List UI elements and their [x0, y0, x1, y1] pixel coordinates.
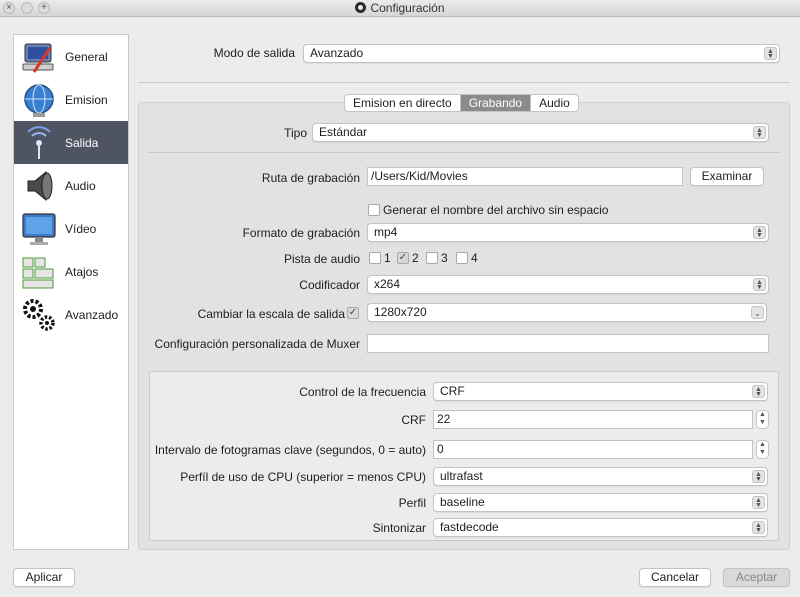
sidebar-item-emision[interactable]: Emision: [14, 78, 128, 121]
sidebar-item-video[interactable]: Vídeo: [14, 207, 128, 250]
tune-value: fastdecode: [440, 520, 499, 534]
keyframe-label: Intervalo de fotogramas clave (segundos,…: [154, 443, 426, 457]
track-2-label: 2: [412, 251, 419, 265]
sidebar-item-label: Vídeo: [65, 222, 97, 236]
tracks-label: Pista de audio: [283, 252, 360, 266]
format-label: Formato de grabación: [242, 226, 360, 240]
sidebar-item-atajos[interactable]: Atajos: [14, 250, 128, 293]
window-title-area: Configuración: [0, 0, 800, 17]
rate-control-select[interactable]: CRF ▲ ▼: [433, 382, 768, 401]
updown-arrows-icon: ▲ ▼: [752, 521, 765, 534]
updown-arrows-icon: ▲ ▼: [752, 470, 765, 483]
sidebar-item-audio[interactable]: Audio: [14, 164, 128, 207]
computer-icon: [22, 43, 54, 73]
rate-control-label: Control de la frecuencia: [299, 385, 426, 399]
track-2-checkbox[interactable]: ✓: [397, 252, 409, 264]
sidebar-item-label: Atajos: [65, 265, 99, 279]
updown-arrows-icon: ▲ ▼: [753, 278, 766, 291]
output-tabs: Emision en directo Grabando Audio: [344, 94, 579, 112]
path-label: Ruta de grabación: [261, 171, 360, 185]
encoder-value: x264: [374, 277, 401, 291]
track-1-label: 1: [384, 251, 391, 265]
updown-arrows-icon: ▲ ▼: [764, 47, 777, 60]
tab-grabando[interactable]: Grabando: [460, 95, 532, 111]
track-3-label: 3: [441, 251, 448, 265]
divider: [138, 82, 790, 83]
cancel-button[interactable]: Cancelar: [639, 568, 711, 587]
sidebar-item-label: Emision: [65, 93, 108, 107]
track-1-checkbox[interactable]: [369, 252, 381, 264]
muxer-input[interactable]: [367, 334, 769, 353]
format-select[interactable]: mp4 ▲ ▼: [367, 223, 769, 242]
track-4-checkbox[interactable]: [456, 252, 468, 264]
sidebar-item-label: Audio: [65, 179, 96, 193]
tab-audio[interactable]: Audio: [531, 95, 578, 111]
apply-button[interactable]: Aplicar: [13, 568, 75, 587]
profile-label: Perfil: [398, 496, 426, 510]
updown-arrows-icon: ▲ ▼: [753, 226, 766, 239]
browse-button[interactable]: Examinar: [690, 167, 764, 186]
cpu-preset-label: Perfíl de uso de CPU (superior = menos C…: [180, 470, 426, 484]
monitor-icon: [22, 213, 56, 245]
title-bar: × + Configuración: [0, 0, 800, 17]
globe-icon: [24, 84, 54, 117]
chevron-down-icon: ⌄: [751, 306, 764, 319]
sidebar-item-general[interactable]: General: [14, 35, 128, 78]
sidebar-item-label: Salida: [65, 136, 99, 150]
obs-logo-icon: [355, 2, 367, 13]
updown-arrows-icon: ▲ ▼: [752, 385, 765, 398]
updown-arrows-icon: ▲ ▼: [752, 496, 765, 509]
encoder-label: Codificador: [299, 278, 360, 292]
accept-button[interactable]: Aceptar: [723, 568, 790, 587]
sidebar-item-avanzado[interactable]: Avanzado: [14, 293, 128, 336]
output-mode-value: Avanzado: [310, 46, 364, 60]
sidebar-item-label: General: [65, 50, 108, 64]
rescale-value: 1280x720: [374, 305, 427, 319]
broadcast-icon: [27, 126, 51, 159]
window-title: Configuración: [370, 1, 445, 15]
profile-value: baseline: [440, 495, 485, 509]
profile-select[interactable]: baseline ▲ ▼: [433, 493, 768, 512]
crf-label: CRF: [401, 413, 426, 427]
cpu-preset-value: ultrafast: [440, 469, 483, 483]
track-3-checkbox[interactable]: [426, 252, 438, 264]
sidebar-item-salida[interactable]: Salida: [14, 121, 128, 164]
keyframe-input[interactable]: 0: [433, 440, 753, 459]
track-4-label: 4: [471, 251, 478, 265]
rescale-select[interactable]: 1280x720 ⌄: [367, 303, 767, 322]
type-select[interactable]: Estándar ▲ ▼: [312, 123, 769, 142]
rate-control-value: CRF: [440, 384, 465, 398]
nospace-checkbox[interactable]: [368, 204, 380, 216]
keyframe-stepper[interactable]: ▲ ▼: [756, 440, 769, 459]
sidebar-item-label: Avanzado: [65, 308, 119, 322]
cpu-preset-select[interactable]: ultrafast ▲ ▼: [433, 467, 768, 486]
updown-arrows-icon: ▲ ▼: [753, 126, 766, 139]
output-mode-select[interactable]: Avanzado ▲ ▼: [303, 44, 780, 63]
rescale-checkbox[interactable]: ✓: [347, 307, 359, 319]
type-value: Estándar: [319, 125, 368, 139]
tune-label: Sintonizar: [372, 521, 426, 535]
tab-emision-en-directo[interactable]: Emision en directo: [345, 95, 461, 111]
output-mode-label: Modo de salida: [213, 46, 295, 60]
crf-stepper[interactable]: ▲ ▼: [756, 410, 769, 429]
path-input[interactable]: /Users/Kid/Movies: [367, 167, 683, 186]
settings-sidebar: General Emision Salida Audio Vídeo Atajo…: [13, 34, 129, 550]
crf-input[interactable]: 22: [433, 410, 753, 429]
format-value: mp4: [374, 225, 398, 239]
rescale-label: Cambiar la escala de salida: [197, 307, 345, 321]
nospace-label: Generar el nombre del archivo sin espaci…: [383, 203, 609, 217]
encoder-select[interactable]: x264 ▲ ▼: [367, 275, 769, 294]
tune-select[interactable]: fastdecode ▲ ▼: [433, 518, 768, 537]
keyboard-icon: [22, 257, 54, 289]
gears-icon: [23, 299, 55, 331]
type-label: Tipo: [284, 126, 307, 140]
speaker-icon: [27, 170, 53, 202]
divider: [148, 152, 780, 153]
muxer-label: Configuración personalizada de Muxer: [154, 337, 360, 351]
